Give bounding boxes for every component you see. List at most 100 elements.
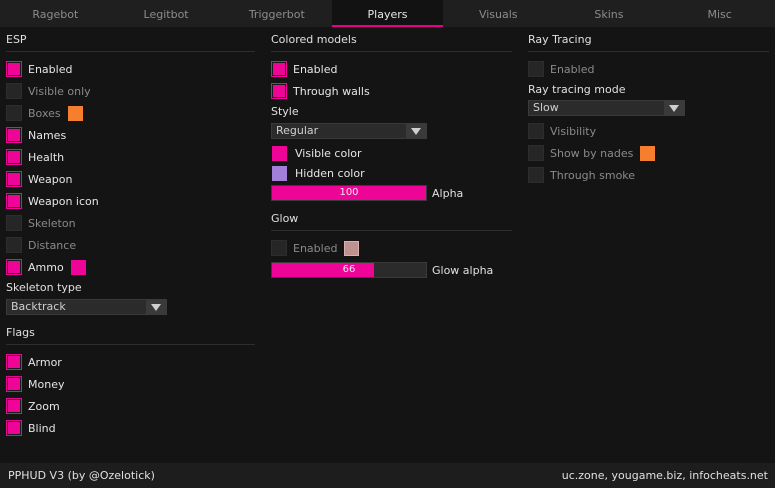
- rt-show-by-nades-checkbox[interactable]: [528, 145, 544, 161]
- flags-blind-row[interactable]: Blind: [6, 419, 56, 437]
- flags-armor-checkbox[interactable]: [7, 355, 21, 369]
- glow-alpha-slider-value: 66: [342, 264, 356, 275]
- esp-health-row[interactable]: Health: [6, 148, 64, 166]
- rt-through-smoke-checkbox[interactable]: [528, 167, 544, 183]
- chevron-down-icon: [664, 101, 684, 115]
- style-value: Regular: [276, 124, 319, 137]
- hidden-color-swatch[interactable]: [272, 165, 287, 181]
- ray-tracing-divider: [528, 51, 769, 52]
- esp-ammo-checkbox[interactable]: [7, 260, 21, 274]
- cm-through-walls-label: Through walls: [293, 84, 370, 98]
- ray-tracing-mode-dropdown[interactable]: Slow: [528, 100, 685, 116]
- glow-section-title: Glow: [271, 212, 299, 225]
- glow-color-swatch[interactable]: [344, 240, 360, 256]
- esp-visible-only-row[interactable]: Visible only: [6, 82, 91, 100]
- glow-enabled-row[interactable]: Enabled: [271, 239, 360, 257]
- esp-enabled-row[interactable]: Enabled: [6, 60, 72, 78]
- ray-tracing-mode-value: Slow: [533, 101, 559, 114]
- esp-section-title: ESP: [6, 33, 27, 46]
- flags-money-checkbox[interactable]: [7, 377, 21, 391]
- esp-names-checkbox[interactable]: [7, 128, 21, 142]
- esp-weapon-checkbox[interactable]: [7, 172, 21, 186]
- rt-visibility-checkbox[interactable]: [528, 123, 544, 139]
- skeleton-type-label: Skeleton type: [6, 281, 82, 294]
- esp-ammo-label: Ammo: [28, 260, 64, 274]
- tab-skins[interactable]: Skins: [554, 0, 665, 27]
- flags-zoom-checkbox[interactable]: [7, 399, 21, 413]
- esp-skeleton-checkbox[interactable]: [6, 215, 22, 231]
- boxes-color-swatch[interactable]: [67, 105, 83, 121]
- glow-alpha-slider[interactable]: 66: [271, 262, 427, 278]
- visible-color-swatch[interactable]: [272, 145, 287, 161]
- esp-health-label: Health: [28, 150, 65, 164]
- rt-visibility-label: Visibility: [550, 124, 597, 138]
- flags-zoom-row[interactable]: Zoom: [6, 397, 60, 415]
- rt-enabled-row[interactable]: Enabled: [528, 60, 594, 78]
- cm-enabled-checkbox[interactable]: [272, 62, 286, 76]
- rt-show-by-nades-row[interactable]: Show by nades: [528, 144, 656, 162]
- esp-distance-row[interactable]: Distance: [6, 236, 76, 254]
- flags-armor-row[interactable]: Armor: [6, 353, 62, 371]
- glow-alpha-label: Glow alpha: [432, 264, 494, 277]
- tab-ragebot[interactable]: Ragebot: [0, 0, 111, 27]
- colored-models-divider: [271, 51, 512, 52]
- flags-money-row[interactable]: Money: [6, 375, 64, 393]
- alpha-slider-value: 100: [339, 187, 359, 198]
- colored-models-section-title: Colored models: [271, 33, 357, 46]
- tab-bar: Ragebot Legitbot Triggerbot Players Visu…: [0, 0, 775, 27]
- esp-visible-only-label: Visible only: [28, 84, 91, 98]
- rt-enabled-label: Enabled: [550, 62, 595, 76]
- footer-credit: PPHUD V3 (by @Ozelotick): [8, 469, 155, 482]
- flags-divider: [6, 344, 255, 345]
- style-label: Style: [271, 105, 299, 118]
- tab-triggerbot[interactable]: Triggerbot: [221, 0, 332, 27]
- glow-divider: [271, 230, 512, 231]
- esp-weapon-row[interactable]: Weapon: [6, 170, 72, 188]
- esp-weapon-icon-label: Weapon icon: [28, 194, 99, 208]
- visible-color-label: Visible color: [295, 146, 362, 160]
- glow-enabled-label: Enabled: [293, 241, 338, 255]
- flags-blind-checkbox[interactable]: [7, 421, 21, 435]
- cm-through-walls-row[interactable]: Through walls: [271, 82, 370, 100]
- esp-names-row[interactable]: Names: [6, 126, 66, 144]
- tab-misc[interactable]: Misc: [664, 0, 775, 27]
- alpha-slider[interactable]: 100: [271, 185, 427, 201]
- rt-visibility-row[interactable]: Visibility: [528, 122, 596, 140]
- visible-color-row[interactable]: Visible color: [271, 144, 362, 162]
- flags-money-label: Money: [28, 377, 65, 391]
- ray-tracing-section-title: Ray Tracing: [528, 33, 592, 46]
- esp-weapon-icon-checkbox[interactable]: [7, 194, 21, 208]
- esp-distance-label: Distance: [28, 238, 77, 252]
- esp-skeleton-row[interactable]: Skeleton: [6, 214, 76, 232]
- ammo-color-swatch[interactable]: [70, 259, 86, 275]
- cm-enabled-row[interactable]: Enabled: [271, 60, 337, 78]
- esp-divider: [6, 51, 255, 52]
- esp-boxes-label: Boxes: [28, 106, 61, 120]
- rt-through-smoke-label: Through smoke: [550, 168, 636, 182]
- flags-zoom-label: Zoom: [28, 399, 60, 413]
- hidden-color-label: Hidden color: [295, 166, 365, 180]
- tab-visuals[interactable]: Visuals: [443, 0, 554, 27]
- cm-through-walls-checkbox[interactable]: [272, 84, 286, 98]
- style-dropdown[interactable]: Regular: [271, 123, 427, 139]
- esp-boxes-checkbox[interactable]: [6, 105, 22, 121]
- esp-boxes-row[interactable]: Boxes: [6, 104, 83, 122]
- esp-ammo-row[interactable]: Ammo: [6, 258, 86, 276]
- tab-legitbot[interactable]: Legitbot: [111, 0, 222, 27]
- skeleton-type-dropdown[interactable]: Backtrack: [6, 299, 167, 315]
- esp-health-checkbox[interactable]: [7, 150, 21, 164]
- chevron-down-icon: [146, 300, 166, 314]
- rt-show-by-nades-label: Show by nades: [550, 146, 634, 160]
- skeleton-type-value: Backtrack: [11, 300, 66, 313]
- glow-enabled-checkbox[interactable]: [271, 240, 287, 256]
- esp-visible-only-checkbox[interactable]: [6, 83, 22, 99]
- esp-distance-checkbox[interactable]: [6, 237, 22, 253]
- esp-weapon-icon-row[interactable]: Weapon icon: [6, 192, 99, 210]
- chevron-down-icon: [406, 124, 426, 138]
- hidden-color-row[interactable]: Hidden color: [271, 164, 365, 182]
- esp-enabled-checkbox[interactable]: [7, 62, 21, 76]
- rt-enabled-checkbox[interactable]: [528, 61, 544, 77]
- tab-players[interactable]: Players: [332, 0, 443, 27]
- nades-color-swatch[interactable]: [640, 145, 656, 161]
- rt-through-smoke-row[interactable]: Through smoke: [528, 166, 635, 184]
